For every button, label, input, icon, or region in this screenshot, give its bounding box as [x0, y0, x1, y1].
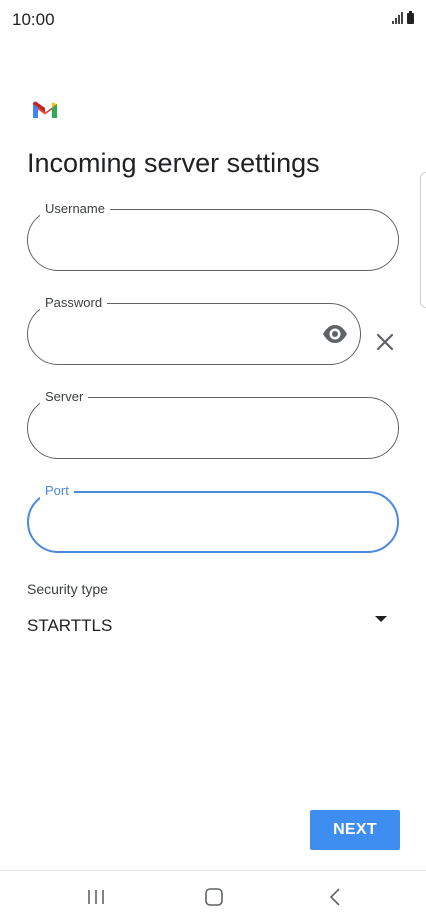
- recent-apps-icon[interactable]: [81, 885, 111, 909]
- security-type-dropdown[interactable]: STARTTLS: [27, 610, 397, 644]
- caret-down-icon: [375, 616, 387, 622]
- close-icon[interactable]: [376, 333, 394, 351]
- security-type-value: STARTTLS: [27, 616, 113, 635]
- password-label: Password: [40, 294, 108, 312]
- signal-icon: [392, 12, 403, 24]
- port-field[interactable]: Port: [27, 482, 399, 553]
- password-field[interactable]: Password: [27, 294, 361, 365]
- server-field[interactable]: Server: [27, 388, 399, 459]
- username-input[interactable]: [46, 228, 380, 256]
- status-bar: 10:00: [0, 0, 426, 40]
- username-field[interactable]: Username: [27, 200, 399, 271]
- back-icon[interactable]: [320, 885, 350, 909]
- status-icons: [392, 11, 414, 24]
- battery-icon: [407, 11, 414, 24]
- password-input[interactable]: [46, 322, 310, 350]
- server-input[interactable]: [46, 416, 380, 444]
- scroll-handle[interactable]: [420, 172, 426, 308]
- port-label: Port: [40, 482, 74, 500]
- gmail-logo: [33, 101, 57, 118]
- eye-icon[interactable]: [322, 323, 348, 345]
- navigation-bar: [0, 870, 426, 924]
- server-label: Server: [40, 388, 89, 406]
- security-type-label: Security type: [27, 581, 108, 597]
- next-button[interactable]: NEXT: [310, 810, 400, 850]
- status-time: 10:00: [12, 10, 55, 29]
- home-icon[interactable]: [199, 885, 229, 909]
- page-title: Incoming server settings: [27, 148, 320, 178]
- port-input[interactable]: [47, 511, 379, 539]
- username-label: Username: [40, 200, 110, 218]
